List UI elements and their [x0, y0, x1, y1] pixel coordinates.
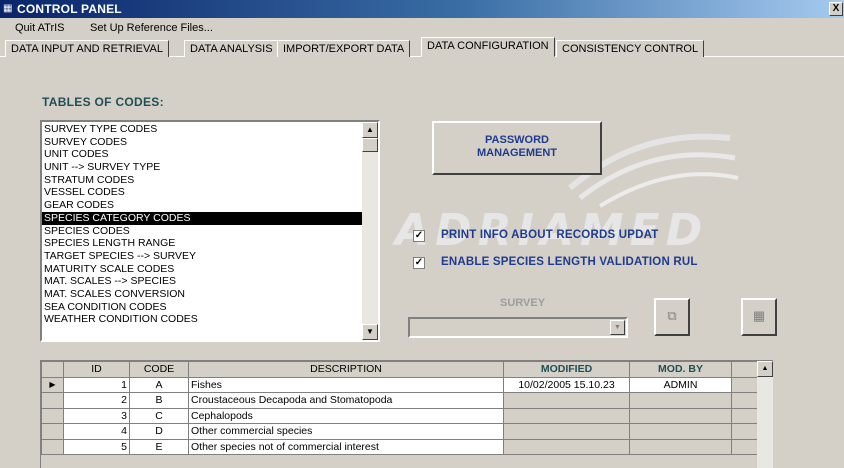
- table-row[interactable]: 3 C Cephalopods: [41, 407, 759, 424]
- list-item[interactable]: SPECIES CATEGORY CODES: [42, 211, 363, 225]
- cell-code[interactable]: D: [129, 423, 189, 440]
- table-row[interactable]: 4 D Other commercial species: [41, 423, 759, 440]
- cell-code[interactable]: B: [129, 392, 189, 409]
- cell-mod-by[interactable]: ADMIN: [629, 376, 732, 393]
- cell-id[interactable]: 4: [63, 423, 130, 440]
- list-item[interactable]: VESSEL CODES: [42, 186, 363, 199]
- paste-icon: ▦: [752, 308, 766, 323]
- tab-import-export[interactable]: IMPORT/EXPORT DATA: [277, 40, 411, 57]
- cell-modified[interactable]: [503, 423, 630, 440]
- cell-description[interactable]: Other species not of commercial interest: [188, 438, 504, 455]
- enable-validation-label: ENABLE SPECIES LENGTH VALIDATION RUL: [441, 256, 698, 268]
- close-button[interactable]: X: [829, 2, 843, 16]
- cell-mod-by[interactable]: [629, 423, 732, 440]
- row-selector[interactable]: [41, 423, 64, 440]
- cell-code[interactable]: E: [129, 438, 189, 455]
- cell-description[interactable]: Croustaceous Decapoda and Stomatopoda: [188, 392, 504, 409]
- cell-spacer: [731, 407, 759, 424]
- scroll-up-icon[interactable]: ▲: [362, 122, 378, 138]
- grid-header-selector: [41, 361, 64, 378]
- form-icon: ▦: [3, 3, 13, 14]
- cell-mod-by[interactable]: [629, 438, 732, 455]
- cell-modified[interactable]: [503, 438, 630, 455]
- password-management-button[interactable]: PASSWORD MANAGEMENT: [432, 121, 602, 175]
- cell-mod-by[interactable]: [629, 407, 732, 424]
- list-item[interactable]: TARGET SPECIES --> SURVEY: [42, 250, 363, 263]
- list-item[interactable]: MAT. SCALES CONVERSION: [42, 288, 363, 301]
- list-item[interactable]: SPECIES CODES: [42, 225, 363, 238]
- tab-data-input[interactable]: DATA INPUT AND RETRIEVAL: [5, 40, 169, 57]
- table-row[interactable]: ▶ 1 A Fishes 10/02/2005 15.10.23 ADMIN: [41, 376, 759, 393]
- row-selector[interactable]: [41, 392, 64, 409]
- list-item[interactable]: GEAR CODES: [42, 199, 363, 212]
- tables-of-codes-title: TABLES OF CODES:: [42, 95, 164, 109]
- grid-scrollbar[interactable]: ▲: [757, 361, 773, 468]
- cell-id[interactable]: 2: [63, 392, 130, 409]
- row-selector[interactable]: ▶: [41, 376, 64, 393]
- grid-scroll-up-icon[interactable]: ▲: [757, 361, 773, 377]
- row-selector[interactable]: [41, 407, 64, 424]
- cell-code[interactable]: A: [129, 376, 189, 393]
- listbox-scrollbar[interactable]: ▲ ▼: [362, 122, 378, 340]
- title-bar: ▦ CONTROL PANEL X: [0, 0, 844, 18]
- list-item[interactable]: MATURITY SCALE CODES: [42, 263, 363, 276]
- cell-spacer: [731, 376, 759, 393]
- scroll-down-icon[interactable]: ▼: [362, 324, 378, 340]
- scroll-thumb[interactable]: [362, 138, 378, 152]
- password-button-line1: PASSWORD: [485, 134, 549, 146]
- cell-id[interactable]: 3: [63, 407, 130, 424]
- survey-label: SURVEY: [500, 297, 546, 309]
- list-item[interactable]: SPECIES LENGTH RANGE: [42, 237, 363, 250]
- cell-spacer: [731, 423, 759, 440]
- cell-modified[interactable]: [503, 407, 630, 424]
- print-info-checkbox[interactable]: ✓: [413, 230, 425, 242]
- list-item[interactable]: MAT. SCALES --> SPECIES: [42, 275, 363, 288]
- grid-header-mod-by[interactable]: MOD. BY: [629, 361, 732, 378]
- list-item[interactable]: SURVEY TYPE CODES: [42, 123, 363, 136]
- survey-combo[interactable]: ▼: [408, 317, 628, 338]
- cell-spacer: [731, 392, 759, 409]
- tab-data-configuration[interactable]: DATA CONFIGURATION: [421, 37, 555, 57]
- cell-description[interactable]: Cephalopods: [188, 407, 504, 424]
- paste-button[interactable]: ▦: [741, 298, 777, 336]
- list-item[interactable]: UNIT --> SURVEY TYPE: [42, 161, 363, 174]
- cell-modified[interactable]: 10/02/2005 15.10.23: [503, 376, 630, 393]
- copy-button[interactable]: ⧉: [654, 298, 690, 336]
- list-item[interactable]: WEATHER CONDITION CODES: [42, 313, 363, 326]
- menu-quit[interactable]: Quit ATrIS: [15, 22, 65, 34]
- tables-listbox[interactable]: SURVEY TYPE CODES SURVEY CODES UNIT CODES U…: [40, 120, 380, 342]
- cell-description[interactable]: Other commercial species: [188, 423, 504, 440]
- chevron-down-icon[interactable]: ▼: [610, 320, 625, 335]
- cell-id[interactable]: 1: [63, 376, 130, 393]
- copy-icon: ⧉: [667, 308, 677, 323]
- list-item[interactable]: STRATUM CODES: [42, 174, 363, 187]
- cell-description[interactable]: Fishes: [188, 376, 504, 393]
- menu-set-up-reference-files[interactable]: Set Up Reference Files...: [90, 22, 213, 34]
- print-info-label: PRINT INFO ABOUT RECORDS UPDAT: [441, 229, 659, 241]
- grid-header-modified[interactable]: MODIFIED: [503, 361, 630, 378]
- cell-spacer: [731, 438, 759, 455]
- grid-header-description[interactable]: DESCRIPTION: [188, 361, 504, 378]
- list-item[interactable]: SEA CONDITION CODES: [42, 301, 363, 314]
- codes-grid[interactable]: ID CODE DESCRIPTION MODIFIED MOD. BY ▶ 1 A…: [40, 360, 773, 468]
- cell-code[interactable]: C: [129, 407, 189, 424]
- table-row[interactable]: 2 B Croustaceous Decapoda and Stomatopoda: [41, 392, 759, 409]
- password-button-line2: MANAGEMENT: [476, 147, 558, 159]
- cell-modified[interactable]: [503, 392, 630, 409]
- cell-id[interactable]: 5: [63, 438, 130, 455]
- tab-data-analysis[interactable]: DATA ANALYSIS: [184, 40, 279, 57]
- current-record-icon: ▶: [49, 380, 56, 390]
- grid-header-id[interactable]: ID: [63, 361, 130, 378]
- list-item[interactable]: UNIT CODES: [42, 148, 363, 161]
- grid-header-code[interactable]: CODE: [129, 361, 189, 378]
- list-item[interactable]: SURVEY CODES: [42, 136, 363, 149]
- tab-consistency-control[interactable]: CONSISTENCY CONTROL: [556, 40, 705, 57]
- enable-validation-checkbox[interactable]: ✓: [413, 257, 425, 269]
- window-title: CONTROL PANEL: [17, 2, 122, 16]
- row-selector[interactable]: [41, 438, 64, 455]
- table-row[interactable]: 5 E Other species not of commercial intere…: [41, 438, 759, 455]
- menu-bar: Quit ATrIS Set Up Reference Files...: [0, 18, 844, 38]
- grid-header-spacer: [731, 361, 759, 378]
- cell-mod-by[interactable]: [629, 392, 732, 409]
